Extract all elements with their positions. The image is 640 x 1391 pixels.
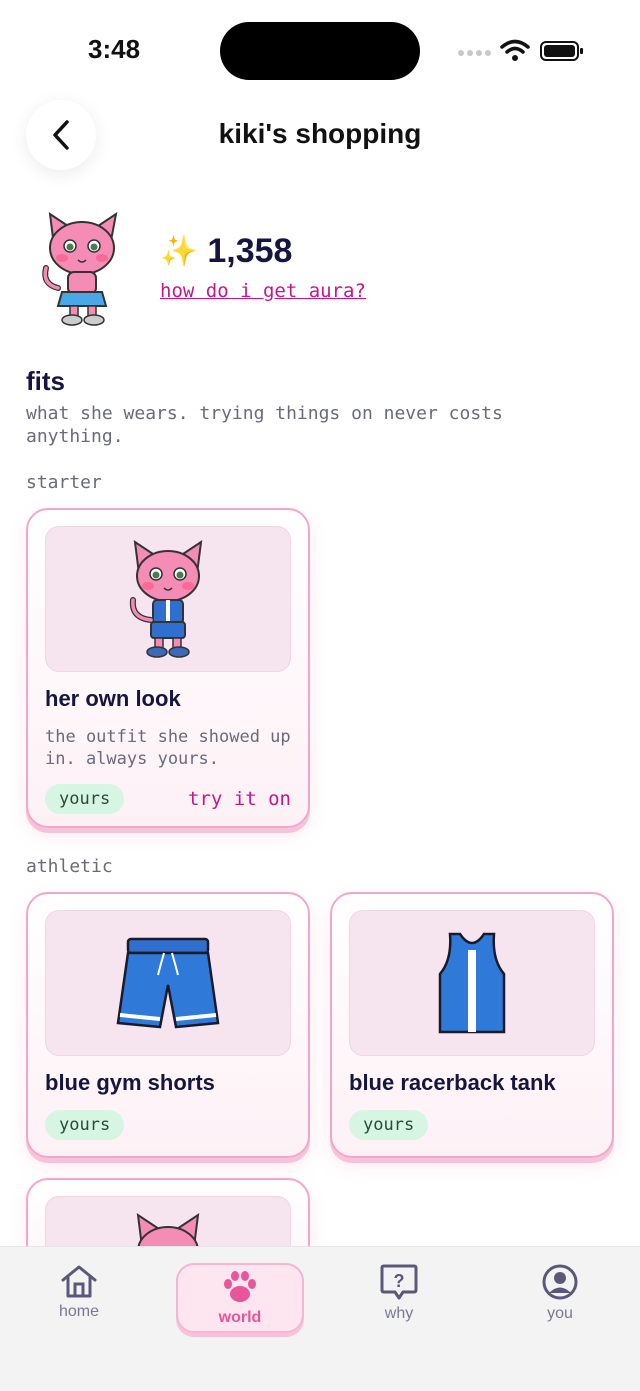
tab-label: home — [58, 1303, 100, 1320]
card-footer: yours — [45, 1110, 291, 1140]
sparkle-icon: ✨ — [160, 234, 198, 269]
cat-outfit-illustration — [129, 539, 203, 658]
item-card-racerback-tank[interactable]: blue racerback tank yours — [330, 892, 614, 1158]
section-subtitle: what she wears. trying things on never c… — [26, 403, 503, 447]
aura-help-link[interactable]: how do i get aura? — [160, 280, 366, 302]
outfit-description: the outfit she showed up in. always your… — [45, 727, 291, 769]
tank-top-illustration — [438, 932, 506, 1034]
cat-avatar — [42, 211, 118, 326]
tab-label: why — [384, 1305, 414, 1322]
paw-icon — [224, 1271, 256, 1302]
card-footer: yours try it on — [45, 784, 291, 814]
item-title: blue racerback tank — [349, 1070, 556, 1095]
owned-badge: yours — [45, 784, 125, 814]
tab-home[interactable]: home — [15, 1263, 143, 1333]
tab-label: world — [218, 1309, 262, 1326]
owned-badge: yours — [349, 1110, 429, 1140]
tab-why[interactable]: ? why — [335, 1263, 463, 1333]
tab-world[interactable]: world — [176, 1263, 304, 1333]
owned-badge: yours — [45, 1110, 125, 1140]
aura-count: 1,358 — [207, 232, 293, 270]
aura-row: ✨ 1,358 — [160, 232, 292, 271]
try-it-on-button[interactable]: try it on — [188, 788, 291, 810]
status-bar: 3:48 — [0, 0, 640, 100]
user-icon — [542, 1264, 578, 1300]
battery-icon — [540, 41, 583, 61]
tab-you[interactable]: you — [496, 1263, 624, 1333]
tab-label: you — [547, 1305, 573, 1322]
item-title: blue gym shorts — [45, 1070, 215, 1095]
signal-icon — [458, 50, 491, 56]
item-image — [349, 910, 595, 1056]
outfit-image — [45, 526, 291, 672]
group-label-starter: starter — [26, 472, 102, 493]
outfit-card[interactable]: her own look the outfit she showed up in… — [26, 508, 310, 828]
status-time: 3:48 — [88, 34, 141, 64]
item-image — [45, 910, 291, 1056]
dynamic-island — [220, 22, 420, 80]
page-title: kiki's shopping — [218, 118, 422, 149]
card-footer: yours — [349, 1110, 595, 1140]
home-icon — [61, 1265, 97, 1298]
outfit-title: her own look — [45, 686, 181, 711]
question-icon: ? — [380, 1264, 418, 1300]
wifi-icon — [500, 39, 530, 61]
item-card-gym-shorts[interactable]: blue gym shorts yours — [26, 892, 310, 1158]
shorts-illustration — [116, 937, 220, 1029]
section-title: fits — [26, 366, 65, 396]
svg-text:?: ? — [394, 1271, 405, 1291]
group-label-athletic: athletic — [26, 856, 113, 877]
bottom-tab-bar: home world ? why you — [0, 1246, 640, 1391]
